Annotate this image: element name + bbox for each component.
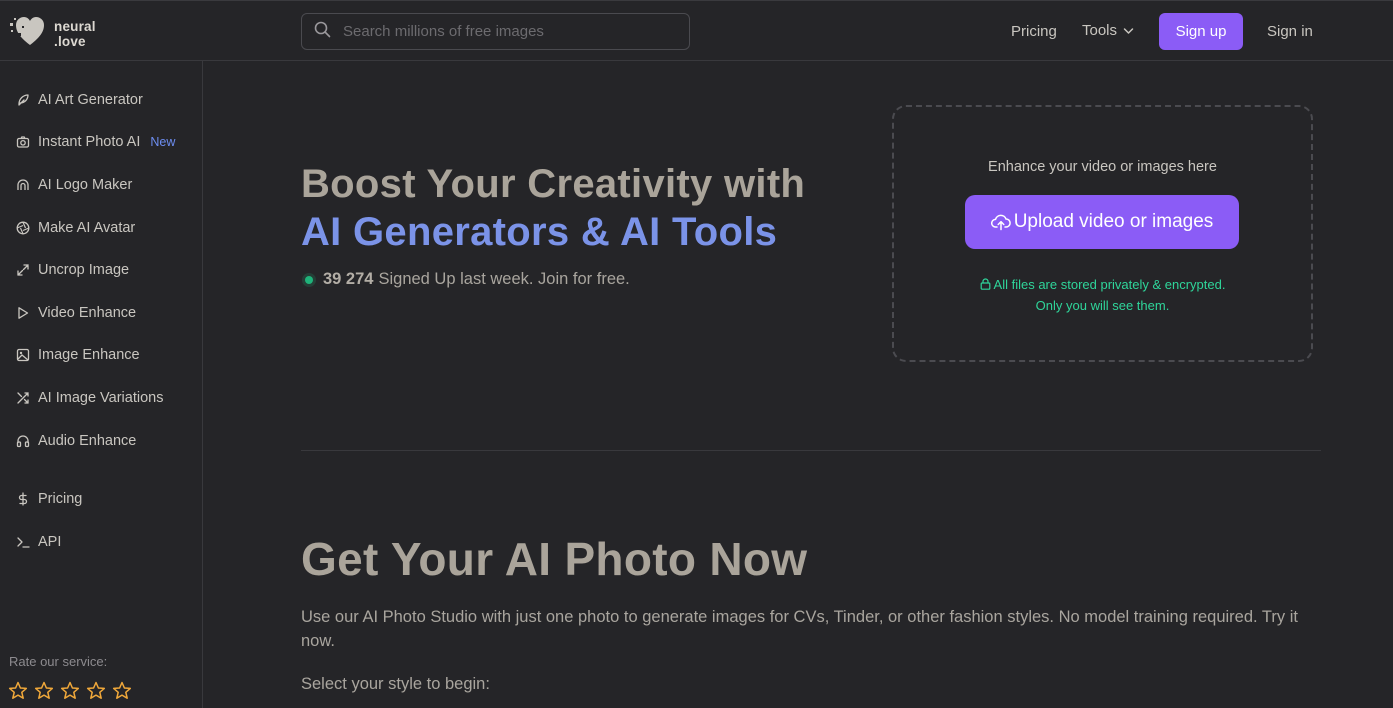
- play-icon: [16, 306, 30, 320]
- status-dot: [305, 275, 313, 284]
- signup-count: 39 274: [323, 270, 374, 288]
- top-navbar: neural .love Search millions of free ima…: [0, 0, 1393, 61]
- star-icon[interactable]: [34, 681, 54, 705]
- sidebar-item-label: Uncrop Image: [38, 262, 130, 278]
- nav-pricing-link[interactable]: Pricing: [1011, 23, 1057, 40]
- headphones-icon: [16, 434, 30, 448]
- signup-stat: 39 274 Signed Up last week. Join for fre…: [305, 270, 630, 289]
- privacy-note: All files are stored privately & encrypt…: [894, 275, 1311, 316]
- style-prompt: Select your style to begin:: [301, 675, 490, 693]
- sidebar-item-label: API: [38, 534, 62, 550]
- sidebar-item-label: AI Art Generator: [38, 92, 143, 108]
- terminal-icon: [16, 535, 30, 549]
- sidebar-item-label: Make AI Avatar: [38, 220, 136, 236]
- sidebar-item-label: Audio Enhance: [38, 433, 137, 449]
- sidebar-item-label: AI Image Variations: [38, 390, 164, 406]
- logo-line-1: neural: [54, 18, 96, 34]
- expand-icon: [16, 263, 30, 277]
- search-input[interactable]: Search millions of free images: [301, 13, 690, 50]
- arch-icon: [16, 178, 30, 192]
- sidebar-item-instant-photo-ai[interactable]: Instant Photo AI New: [16, 134, 175, 150]
- upload-button[interactable]: Upload video or images: [965, 195, 1239, 249]
- feather-icon: [16, 93, 30, 107]
- sign-in-link[interactable]: Sign in: [1267, 23, 1313, 40]
- sidebar-item-make-ai-avatar[interactable]: Make AI Avatar: [16, 220, 135, 236]
- image-icon: [16, 348, 30, 362]
- new-badge: New: [150, 135, 176, 149]
- heart-logo-icon: [8, 14, 48, 53]
- aperture-icon: [16, 221, 30, 235]
- sidebar-item-label: Pricing: [38, 491, 83, 507]
- section-divider: [301, 450, 1321, 451]
- rate-label: Rate our service:: [9, 654, 108, 669]
- cloud-upload-icon: [990, 213, 1011, 231]
- logo[interactable]: neural .love: [8, 14, 96, 53]
- sidebar-item-label: Image Enhance: [38, 347, 140, 363]
- sidebar-item-api[interactable]: API: [16, 534, 61, 550]
- sidebar-item-image-enhance[interactable]: Image Enhance: [16, 347, 140, 363]
- rating-stars: [8, 681, 132, 705]
- sidebar-item-ai-logo-maker[interactable]: AI Logo Maker: [16, 177, 132, 193]
- upload-label: Enhance your video or images here: [988, 159, 1217, 175]
- sidebar-item-ai-image-variations[interactable]: AI Image Variations: [16, 390, 163, 406]
- dollar-icon: [16, 492, 30, 506]
- sidebar-item-label: AI Logo Maker: [38, 177, 133, 193]
- sidebar-item-label: Instant Photo AI: [38, 134, 141, 150]
- camera-icon: [16, 135, 30, 149]
- sidebar-item-label: Video Enhance: [38, 305, 137, 321]
- sign-up-button[interactable]: Sign up: [1159, 13, 1243, 50]
- photo-section-description: Use our AI Photo Studio with just one ph…: [301, 608, 1298, 650]
- sidebar-item-pricing[interactable]: Pricing: [16, 491, 82, 507]
- search-placeholder: Search millions of free images: [343, 23, 544, 40]
- privacy-line-1: All files are stored privately & encrypt…: [993, 277, 1226, 292]
- hero-title-line-1: Boost Your Creativity with: [301, 162, 806, 206]
- shuffle-icon: [16, 391, 30, 405]
- sidebar: AI Art Generator Instant Photo AI New AI…: [0, 61, 203, 708]
- sidebar-item-uncrop-image[interactable]: Uncrop Image: [16, 262, 129, 278]
- upload-dropzone[interactable]: Enhance your video or images here Upload…: [892, 105, 1313, 362]
- sidebar-item-video-enhance[interactable]: Video Enhance: [16, 305, 136, 321]
- star-icon[interactable]: [112, 681, 132, 705]
- upload-button-label: Upload video or images: [1013, 211, 1214, 232]
- hero-title: Boost Your Creativity with AI Generators…: [301, 160, 805, 256]
- privacy-line-2: Only you will see them.: [1035, 298, 1170, 313]
- nav-tools-dropdown[interactable]: Tools: [1082, 22, 1134, 39]
- sidebar-item-ai-art-generator[interactable]: AI Art Generator: [16, 92, 143, 108]
- star-icon[interactable]: [86, 681, 106, 705]
- star-icon[interactable]: [8, 681, 28, 705]
- signup-text: Signed Up last week. Join for free.: [378, 270, 630, 288]
- logo-text: neural .love: [54, 19, 96, 49]
- logo-line-2: .love: [54, 33, 86, 49]
- lock-icon: [980, 276, 991, 296]
- nav-tools-label: Tools: [1082, 22, 1118, 39]
- chevron-down-icon: [1123, 27, 1134, 35]
- sidebar-item-audio-enhance[interactable]: Audio Enhance: [16, 433, 136, 449]
- search-icon: [314, 21, 331, 43]
- star-icon[interactable]: [60, 681, 80, 705]
- photo-section-title: Get Your AI Photo Now: [301, 533, 808, 585]
- hero-title-line-2: AI Generators & AI Tools: [301, 210, 778, 254]
